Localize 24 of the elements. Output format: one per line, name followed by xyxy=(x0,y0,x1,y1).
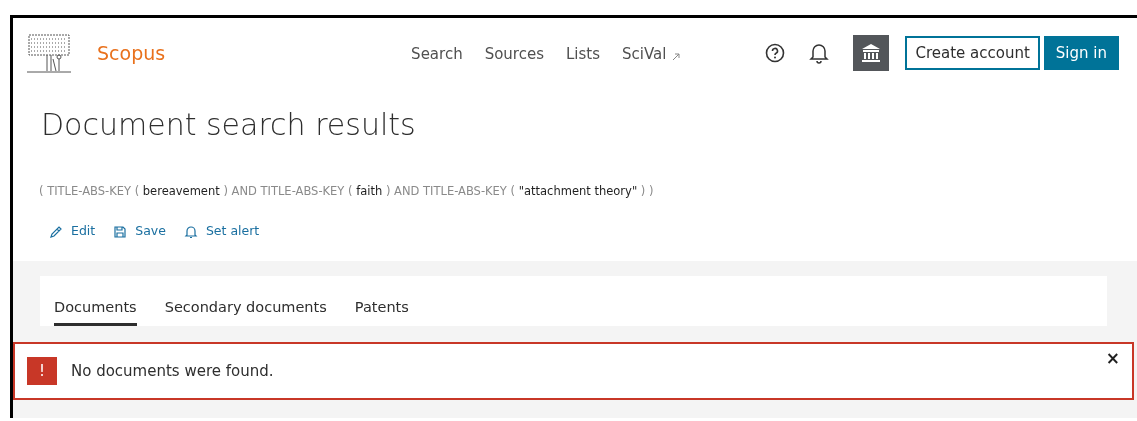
alert-link[interactable]: Set alert xyxy=(205,222,260,241)
alert-message: No documents were found. xyxy=(71,360,275,382)
page-title: Document search results xyxy=(41,106,417,144)
save-link[interactable]: Save xyxy=(135,222,166,241)
notifications-icon[interactable] xyxy=(809,42,830,64)
create-account-button[interactable]: Create account xyxy=(905,35,1040,71)
pencil-icon xyxy=(49,224,63,239)
close-button[interactable]: × xyxy=(1105,346,1120,372)
tab[interactable]: Patents xyxy=(354,279,409,326)
nav-link[interactable]: Sources xyxy=(484,42,544,66)
search-query: ( TITLE-ABS-KEY ( bereavement ) AND TITLE-ABS-KEY ( faith ) AND TITLE-ABS-KEY ( "attachment theory" ) ) xyxy=(39,183,655,200)
tab[interactable]: Documents xyxy=(54,279,137,326)
nav-link[interactable]: Search xyxy=(411,42,463,66)
bell-icon xyxy=(183,224,198,239)
nav-link[interactable]: Lists xyxy=(566,42,601,66)
tree-logo-icon xyxy=(25,31,73,75)
institution-button[interactable] xyxy=(853,35,890,71)
sign-in-button[interactable]: Sign in xyxy=(1043,35,1119,71)
error-icon: ! xyxy=(27,357,57,385)
help-icon[interactable] xyxy=(765,43,786,63)
institution-icon xyxy=(861,43,882,63)
tab[interactable]: Secondary documents xyxy=(164,279,327,326)
edit-link[interactable]: Edit xyxy=(71,222,96,241)
nav-link[interactable]: SciVal xyxy=(622,42,682,66)
